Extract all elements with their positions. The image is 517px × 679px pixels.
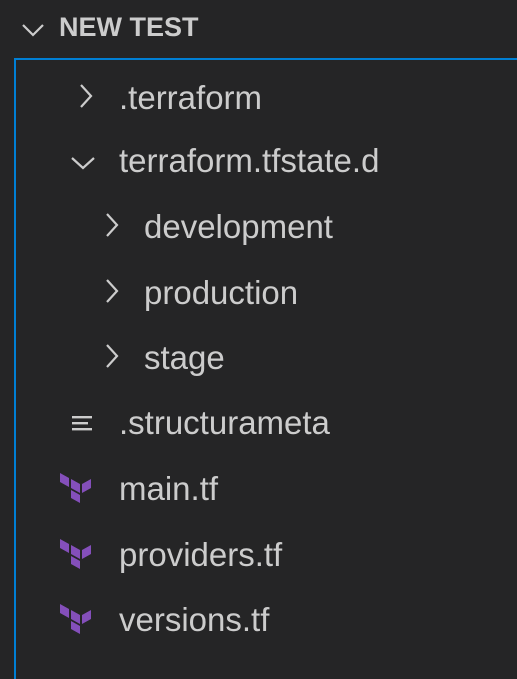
tree-item-structurameta-file[interactable]: .structurameta: [0, 393, 517, 453]
text-file-icon: [71, 414, 93, 438]
chevron-right-icon: [105, 279, 119, 307]
tree-item-production-folder[interactable]: production: [0, 263, 517, 323]
tree-item-tfstate-folder[interactable]: terraform.tfstate.d: [0, 131, 517, 191]
tree-item-label: .terraform: [119, 79, 263, 116]
tree-item-main-tf-file[interactable]: main.tf: [0, 459, 517, 519]
terraform-icon: [60, 539, 94, 573]
tree-item-label: development: [144, 208, 333, 245]
tree-item-label: production: [144, 274, 299, 311]
chevron-down-icon: [22, 22, 44, 41]
terraform-icon: [60, 473, 94, 507]
chevron-right-icon: [105, 344, 119, 372]
chevron-down-icon: [71, 155, 95, 174]
tree-item-label: providers.tf: [119, 536, 283, 573]
tree-item-versions-tf-file[interactable]: versions.tf: [0, 590, 517, 650]
tree-item-label: main.tf: [119, 470, 219, 507]
chevron-right-icon: [79, 84, 93, 112]
tree-item-stage-folder[interactable]: stage: [0, 328, 517, 388]
tree-item-label: .structurameta: [119, 404, 330, 441]
tree-item-terraform-folder[interactable]: .terraform: [0, 68, 517, 128]
section-title: NEW TEST: [59, 12, 199, 42]
chevron-right-icon: [105, 213, 119, 241]
tree-item-providers-tf-file[interactable]: providers.tf: [0, 525, 517, 585]
file-explorer: NEW TEST .terraform terraform.tfstate.d …: [0, 0, 517, 679]
tree-item-label: terraform.tfstate.d: [119, 142, 380, 179]
tree-item-label: stage: [144, 339, 225, 376]
terraform-icon: [60, 604, 94, 638]
explorer-section-header[interactable]: NEW TEST: [0, 0, 517, 58]
tree-item-label: versions.tf: [119, 601, 270, 638]
tree-item-development-folder[interactable]: development: [0, 197, 517, 257]
